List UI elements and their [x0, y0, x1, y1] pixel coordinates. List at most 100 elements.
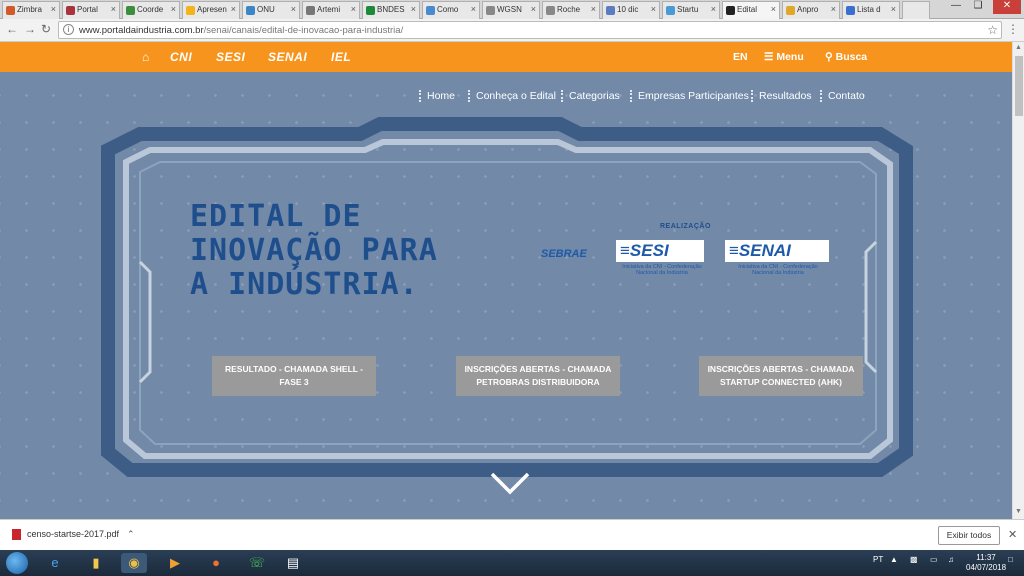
nav-contato[interactable]: Contato	[820, 90, 865, 102]
scroll-down-icon[interactable]: ▼	[1015, 508, 1022, 515]
browser-tab[interactable]: Roche ×	[542, 1, 600, 19]
nav-resultados[interactable]: Resultados	[751, 90, 812, 102]
download-file-name: censo-startse-2017.pdf	[27, 529, 120, 539]
close-tab-icon[interactable]: ×	[651, 4, 656, 14]
browser-tab[interactable]: Edital ×	[722, 1, 780, 19]
browser-tab[interactable]: Portal ×	[62, 1, 120, 19]
start-button[interactable]	[6, 552, 28, 574]
media-player-icon[interactable]: ▶	[162, 553, 188, 573]
menu-label: Menu	[776, 51, 804, 63]
network-icon[interactable]: ▩	[910, 555, 918, 564]
tab-label: ONU	[257, 5, 275, 14]
maximize-icon[interactable]: ❑	[967, 0, 989, 11]
close-tab-icon[interactable]: ×	[231, 4, 236, 14]
browser-tab[interactable]: BNDES ×	[362, 1, 420, 19]
senai-logo-subtitle: Iniciativa da CNI - Confederação Naciona…	[738, 264, 818, 276]
back-icon[interactable]: ←	[6, 22, 18, 36]
browser-tab[interactable]: Zimbra ×	[2, 1, 60, 19]
tab-favicon-icon	[426, 6, 435, 15]
close-downloads-icon[interactable]: ✕	[1008, 528, 1017, 541]
show-all-downloads-button[interactable]: Exibir todos	[938, 526, 1000, 545]
browser-tab[interactable]: Lista d ×	[842, 1, 900, 19]
browser-tab-strip: Zimbra × Portal × Coorde × Apresen × ONU × Artemi ×…	[0, 0, 1024, 19]
brand-iel-link[interactable]: IEL	[331, 50, 351, 64]
download-item[interactable]: censo-startse-2017.pdf	[12, 529, 120, 541]
senai-logo: ≡SENAI	[725, 240, 829, 262]
browser-tab[interactable]: Startu ×	[662, 1, 720, 19]
nav-conheca-edital[interactable]: Conheça o Edital	[468, 90, 556, 102]
info-icon[interactable]: i	[63, 24, 74, 35]
scroll-down-chevron-icon[interactable]	[490, 470, 530, 496]
browser-tab[interactable]: WGSN ×	[482, 1, 540, 19]
scroll-up-icon[interactable]: ▲	[1015, 44, 1022, 51]
close-tab-icon[interactable]: ×	[471, 4, 476, 14]
tab-favicon-icon	[606, 6, 615, 15]
whatsapp-icon[interactable]: ☏	[244, 553, 270, 573]
tray-expand-icon[interactable]: ▲	[890, 555, 898, 564]
menu-button[interactable]: ☰ Menu	[764, 51, 804, 63]
file-explorer-icon[interactable]: ▮	[83, 553, 109, 573]
display-icon[interactable]: ▭	[930, 555, 938, 564]
browser-tab[interactable]: Anpro ×	[782, 1, 840, 19]
browser-tab[interactable]: Coorde ×	[122, 1, 180, 19]
notifications-icon[interactable]: □	[1008, 555, 1013, 564]
brand-cni-link[interactable]: CNI	[170, 50, 192, 64]
close-tab-icon[interactable]: ×	[171, 4, 176, 14]
close-tab-icon[interactable]: ×	[351, 4, 356, 14]
browser-tab[interactable]: ONU ×	[242, 1, 300, 19]
page-scrollbar[interactable]: ▲ ▼	[1012, 42, 1024, 519]
scrollbar-thumb[interactable]	[1015, 56, 1023, 116]
tab-label: Apresen	[197, 5, 227, 14]
system-clock[interactable]: 11:37 04/07/2018	[966, 553, 1006, 573]
close-tab-icon[interactable]: ×	[591, 4, 596, 14]
firefox-icon[interactable]: ●	[203, 553, 229, 573]
close-tab-icon[interactable]: ×	[111, 4, 116, 14]
close-window-icon[interactable]: ✕	[993, 0, 1021, 14]
chrome-icon[interactable]: ◉	[121, 553, 147, 573]
cta-inscricoes-startup-connected[interactable]: INSCRIÇÕES ABERTAS - CHAMADA STARTUP CON…	[699, 356, 863, 396]
tab-label: Artemi	[317, 5, 341, 14]
minimize-icon[interactable]: —	[945, 0, 967, 11]
search-label: Busca	[835, 51, 868, 63]
language-indicator[interactable]: PT	[873, 555, 883, 564]
chevron-up-icon[interactable]: ⌃	[127, 529, 135, 540]
home-icon[interactable]: ⌂	[142, 50, 149, 64]
forward-icon[interactable]: →	[24, 22, 36, 36]
close-tab-icon[interactable]: ×	[411, 4, 416, 14]
new-tab-button[interactable]	[902, 1, 930, 19]
cta-resultado-shell[interactable]: RESULTADO - CHAMADA SHELL - FASE 3	[212, 356, 376, 396]
close-tab-icon[interactable]: ×	[831, 4, 836, 14]
close-tab-icon[interactable]: ×	[891, 4, 896, 14]
close-tab-icon[interactable]: ×	[291, 4, 296, 14]
nav-empresas-participantes[interactable]: Empresas Participantes	[630, 90, 749, 102]
browser-tab[interactable]: Como ×	[422, 1, 480, 19]
nav-categorias[interactable]: Categorias	[561, 90, 620, 102]
brand-senai-link[interactable]: SENAI	[268, 50, 307, 64]
browser-tab[interactable]: Apresen ×	[182, 1, 240, 19]
volume-icon[interactable]: ♫	[948, 555, 954, 564]
address-bar[interactable]: i www.portaldaindustria.com.br/senai/can…	[58, 21, 1002, 39]
nav-home[interactable]: Home	[418, 90, 455, 102]
tab-favicon-icon	[126, 6, 135, 15]
browser-tab[interactable]: 10 dic ×	[602, 1, 660, 19]
document-icon[interactable]: ▤	[280, 553, 306, 573]
cta-inscricoes-petrobras[interactable]: INSCRIÇÕES ABERTAS - CHAMADA PETROBRAS D…	[456, 356, 620, 396]
bookmark-star-icon[interactable]: ☆	[987, 23, 998, 37]
tab-label: Anpro	[797, 5, 819, 14]
close-tab-icon[interactable]: ×	[771, 4, 776, 14]
close-tab-icon[interactable]: ×	[711, 4, 716, 14]
clock-time: 11:37	[976, 553, 996, 562]
close-tab-icon[interactable]: ×	[51, 4, 56, 14]
reload-icon[interactable]: ↻	[41, 22, 51, 36]
search-button[interactable]: ⚲ Busca	[825, 51, 867, 63]
language-link[interactable]: EN	[733, 51, 748, 63]
tab-favicon-icon	[186, 6, 195, 15]
tab-label: Zimbra	[17, 5, 42, 14]
browser-menu-icon[interactable]: ⋮	[1007, 22, 1019, 36]
brand-sesi-link[interactable]: SESI	[216, 50, 245, 64]
internet-explorer-icon[interactable]: e	[42, 553, 68, 573]
tab-label: WGSN	[497, 5, 522, 14]
close-tab-icon[interactable]: ×	[531, 4, 536, 14]
browser-tab[interactable]: Artemi ×	[302, 1, 360, 19]
tab-favicon-icon	[366, 6, 375, 15]
